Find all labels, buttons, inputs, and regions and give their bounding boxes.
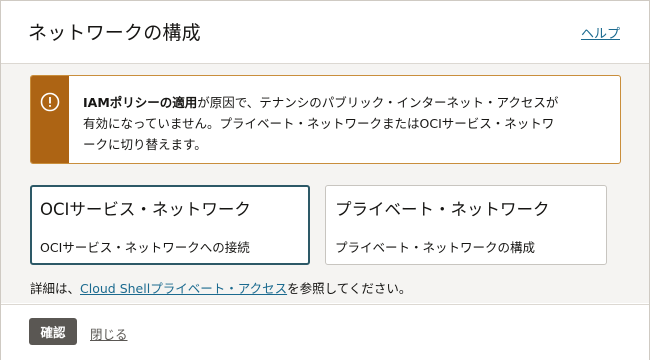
details-suffix: を参照してください。	[287, 281, 412, 296]
warning-message: IAMポリシーの適用が原因で、テナンシのパブリック・インターネット・アクセスが …	[83, 92, 603, 155]
warning-line-1-rest: が原因で、テナンシのパブリック・インターネット・アクセスが	[197, 95, 559, 110]
warning-line-2: 有効になっていません。プライベート・ネットワークまたはOCIサービス・ネットワ	[83, 116, 555, 131]
option-private-network[interactable]: プライベート・ネットワーク プライベート・ネットワークの構成	[325, 185, 607, 265]
dialog-header: ネットワークの構成 ヘルプ	[1, 1, 649, 64]
details-prefix: 詳細は、	[30, 281, 81, 296]
warning-banner: IAMポリシーの適用が原因で、テナンシのパブリック・インターネット・アクセスが …	[30, 75, 621, 164]
dialog-footer: 確認 閉じる	[1, 304, 649, 360]
option-description: OCIサービス・ネットワークへの接続	[40, 240, 250, 255]
warning-line-3: ークに切り替えます。	[83, 137, 207, 152]
option-description: プライベート・ネットワークの構成	[335, 240, 536, 255]
details-text: 詳細は、Cloud Shellプライベート・アクセスを参照してください。	[30, 278, 411, 297]
confirm-button[interactable]: 確認	[29, 318, 77, 345]
option-title: プライベート・ネットワーク	[335, 200, 550, 219]
cloud-shell-private-access-link[interactable]: Cloud Shellプライベート・アクセス	[80, 281, 287, 296]
dialog-title: ネットワークの構成	[28, 22, 201, 44]
close-link[interactable]: 閉じる	[90, 324, 128, 343]
warning-bold-text: IAMポリシーの適用	[83, 95, 198, 110]
dialog-body: IAMポリシーの適用が原因で、テナンシのパブリック・インターネット・アクセスが …	[1, 64, 649, 303]
option-title: OCIサービス・ネットワーク	[40, 200, 251, 219]
warning-line-1: IAMポリシーの適用が原因で、テナンシのパブリック・インターネット・アクセスが	[83, 92, 603, 113]
help-link[interactable]: ヘルプ	[581, 23, 620, 42]
exclamation-circle-icon	[40, 92, 60, 112]
option-oci-service-network[interactable]: OCIサービス・ネットワーク OCIサービス・ネットワークへの接続	[30, 185, 310, 265]
warning-severity-bar	[31, 76, 69, 163]
network-config-dialog: ネットワークの構成 ヘルプ IAMポリシーの適用が原因で、テナンシのパブリック・…	[0, 0, 650, 360]
